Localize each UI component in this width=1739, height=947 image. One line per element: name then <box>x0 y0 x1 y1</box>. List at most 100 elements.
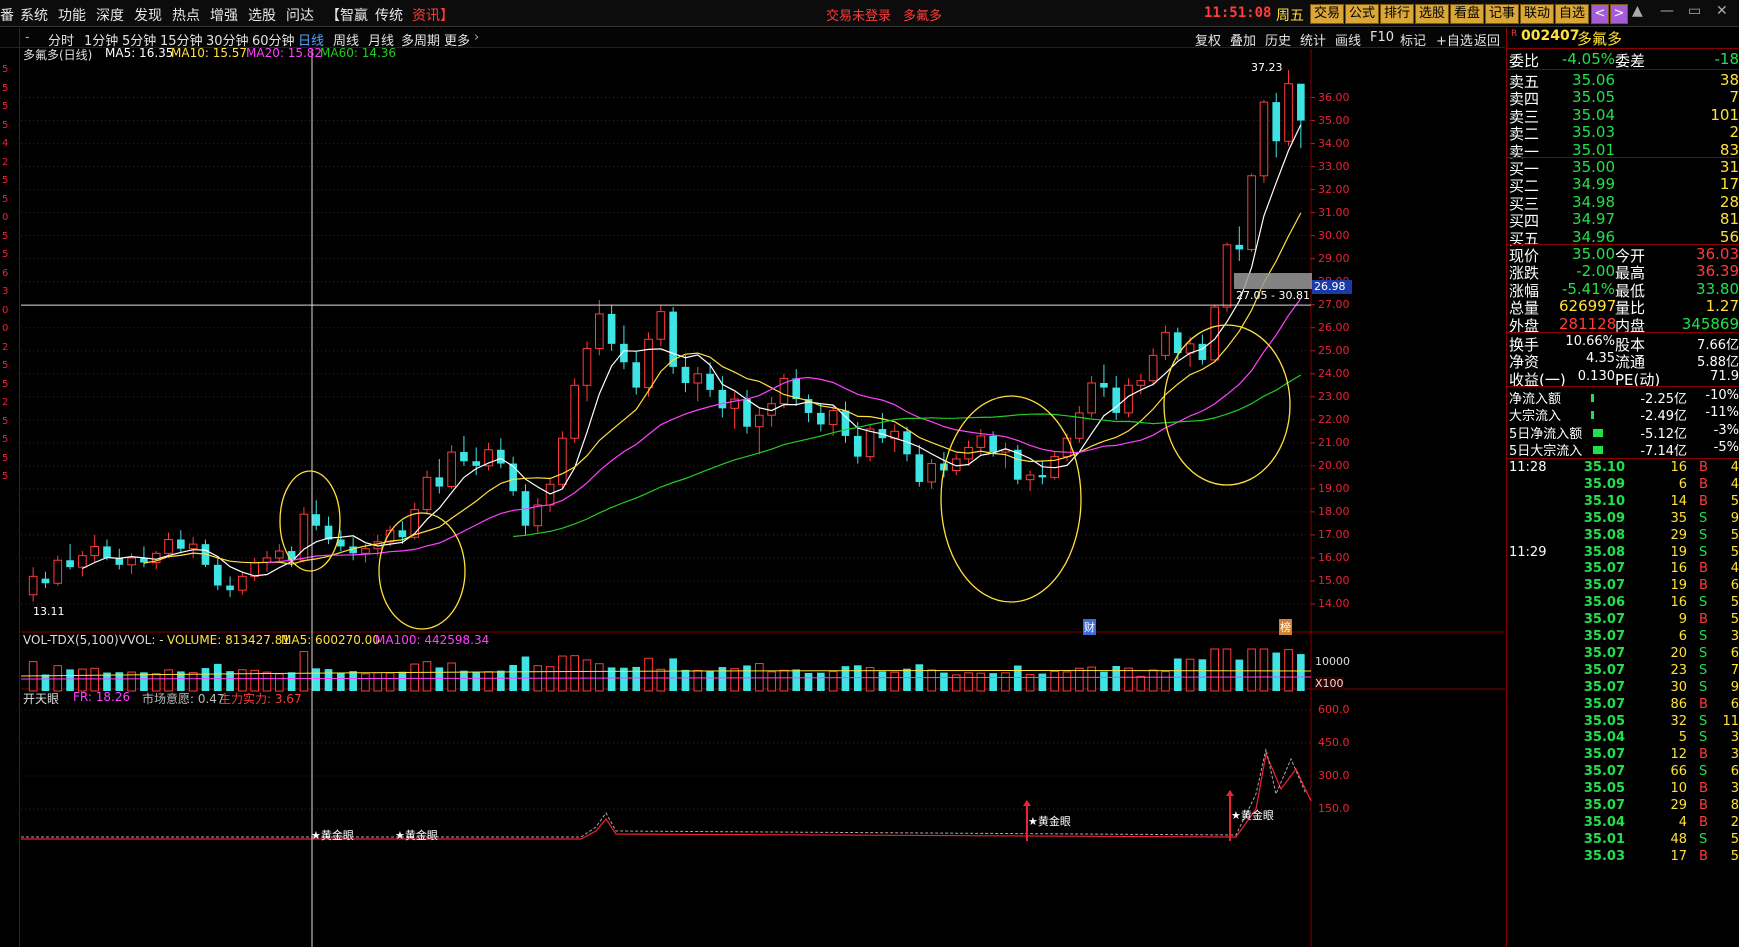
notes-button[interactable]: 记事 <box>1485 4 1519 24</box>
next-arrow-icon[interactable]: > <box>1610 4 1628 24</box>
volume-bar <box>361 673 370 692</box>
price-axis-label: 35.00 <box>1318 113 1350 127</box>
candle-body <box>1259 101 1269 177</box>
candle-body <box>447 451 456 488</box>
candle-body <box>582 347 592 386</box>
lower-indicator-name[interactable]: 开天眼 <box>23 690 59 707</box>
tick-count: 6 <box>1730 645 1739 661</box>
menu-hotspot[interactable]: 热点 <box>172 5 200 25</box>
price-axis-label: 16.00 <box>1318 550 1350 564</box>
tick-price: 35.09 <box>1583 476 1625 492</box>
watch-button[interactable]: 看盘 <box>1450 4 1484 24</box>
tool-mark[interactable]: 标记 <box>1400 30 1426 49</box>
volume-bar <box>681 669 690 691</box>
close-icon[interactable]: ✕ <box>1716 3 1728 19</box>
ranking-button[interactable]: 排行 <box>1380 4 1414 24</box>
tick-count: 8 <box>1730 798 1739 813</box>
trade-button[interactable]: 交易 <box>1310 4 1344 24</box>
tool-fuquan[interactable]: 复权 <box>1195 30 1221 49</box>
tick-volume: 29 <box>1670 798 1687 813</box>
price-axis-label: 18.00 <box>1318 504 1350 518</box>
candle-body <box>865 428 875 458</box>
candle-body <box>1210 306 1220 361</box>
chart-area[interactable]: 多氟多(日线) MA5: 16.35 MA10: 15.57 MA20: 15.… <box>20 46 1505 947</box>
ask-row: 卖四 35.05 7 <box>1507 88 1739 108</box>
tick-volume: 32 <box>1670 713 1687 729</box>
tab-traditional[interactable]: 传统 <box>375 5 403 25</box>
candle-body <box>656 311 666 340</box>
volume-bar <box>754 663 764 692</box>
volume-bar <box>324 669 333 691</box>
tool-history[interactable]: 历史 <box>1265 30 1291 49</box>
maximize-icon[interactable]: ▭ <box>1688 3 1701 19</box>
tick-price: 35.07 <box>1583 645 1625 661</box>
volume-bar <box>570 655 580 692</box>
power-value: 主力实力: 3.67 <box>219 692 302 706</box>
volume-bars <box>20 648 1312 692</box>
flow-value: -5.12亿 <box>1640 426 1687 442</box>
tool-stats[interactable]: 统计 <box>1300 30 1326 49</box>
fund-value: 7.66亿 <box>1697 338 1739 353</box>
tool-back[interactable]: 返回 <box>1474 30 1500 49</box>
toolbar-minus-icon[interactable]: - <box>25 30 30 45</box>
ranking-badge[interactable]: 榜 <box>1279 619 1292 635</box>
tab-news[interactable]: 资讯】 <box>412 5 454 25</box>
tick-count: 5 <box>1730 831 1739 847</box>
login-status[interactable]: 交易未登录 <box>826 5 891 24</box>
volume-bar <box>903 668 911 691</box>
tick-volume: 23 <box>1670 662 1687 678</box>
tick-price: 35.07 <box>1583 764 1625 780</box>
kline-chart[interactable] <box>20 49 1505 947</box>
menu-wenda[interactable]: 问达 <box>286 5 314 25</box>
tool-draw[interactable]: 画线 <box>1335 30 1361 49</box>
period-tab-multi[interactable]: 多周期 <box>401 30 440 49</box>
tab-zhiying[interactable]: 【智赢 <box>326 5 368 25</box>
lower-axis-label: 300.0 <box>1318 769 1350 782</box>
volume-bar <box>337 672 345 691</box>
volume-bar <box>693 670 703 692</box>
vol-indicator-name[interactable]: VOL-TDX(5,100) <box>23 633 119 647</box>
candle-body <box>754 414 764 428</box>
tool-f10[interactable]: F10 <box>1370 30 1394 45</box>
collapse-icon[interactable]: ▲ <box>1632 3 1643 19</box>
volume-bar <box>1185 658 1195 692</box>
tool-overlay[interactable]: 叠加 <box>1230 30 1256 49</box>
tick-count: 4 <box>1730 561 1739 577</box>
volume-bar <box>201 668 210 691</box>
menu-stock-pick[interactable]: 选股 <box>248 5 276 25</box>
volume-bar <box>299 651 309 692</box>
menu-system[interactable]: 系统 <box>20 5 48 25</box>
tick-count: 3 <box>1730 781 1739 797</box>
menu-left-tag: 番 <box>0 8 14 24</box>
more-chevron-icon[interactable]: › <box>474 30 479 45</box>
weicha-label: 委差 <box>1615 52 1646 70</box>
ask-volume: 38 <box>1719 71 1739 89</box>
candle-body <box>312 514 321 526</box>
volume-bar <box>841 666 850 691</box>
formula-button[interactable]: 公式 <box>1345 4 1379 24</box>
menu-depth[interactable]: 深度 <box>96 5 124 25</box>
prev-arrow-icon[interactable]: < <box>1591 4 1609 24</box>
ask-volume: 101 <box>1710 105 1739 124</box>
menu-enhance[interactable]: 增强 <box>210 5 238 25</box>
golden-eye-signal: ★黄金眼 <box>311 829 354 842</box>
menu-function[interactable]: 功能 <box>58 5 86 25</box>
tick-price: 35.07 <box>1583 662 1625 678</box>
price-axis-label: 34.00 <box>1318 136 1350 150</box>
period-tab-more[interactable]: 更多 <box>444 30 470 49</box>
menu-discover[interactable]: 发现 <box>134 5 162 25</box>
link-button[interactable]: 联动 <box>1520 4 1554 24</box>
price-axis-label: 17.00 <box>1318 527 1350 541</box>
tick-count: 5 <box>1730 612 1739 628</box>
minimize-icon[interactable]: — <box>1660 3 1674 19</box>
candle-body <box>497 449 505 464</box>
watchlist-button[interactable]: 自选 <box>1555 4 1589 24</box>
volume-bar <box>545 666 555 692</box>
left-strip-number: 5 <box>2 471 9 482</box>
stat-value: 36.39 <box>1696 262 1739 281</box>
finance-badge[interactable]: 财 <box>1083 619 1096 635</box>
select-stock-button[interactable]: 选股 <box>1415 4 1449 24</box>
tool-add-watchlist[interactable]: +自选 <box>1436 30 1473 49</box>
volume-bar <box>1148 669 1158 692</box>
flow-label: 大宗流入 <box>1509 409 1562 425</box>
